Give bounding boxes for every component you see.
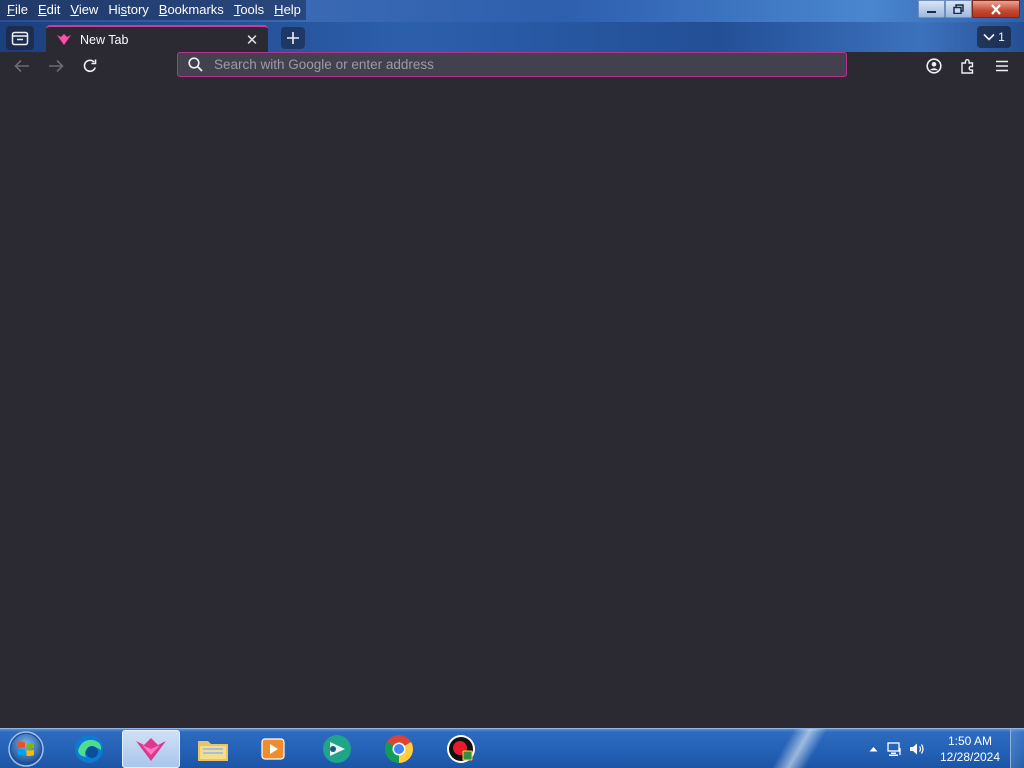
arrow-right-icon bbox=[49, 59, 64, 73]
menu-bookmarks[interactable]: Bookmarks bbox=[154, 0, 229, 20]
taskbar-media-player[interactable] bbox=[244, 730, 302, 768]
tab-count: 1 bbox=[998, 30, 1005, 44]
network-status[interactable] bbox=[884, 738, 906, 760]
close-window-button[interactable] bbox=[972, 0, 1020, 18]
hamburger-menu-icon bbox=[996, 60, 1008, 72]
clock-date: 12/28/2024 bbox=[939, 750, 1001, 764]
back-button[interactable] bbox=[9, 54, 35, 78]
page-content[interactable] bbox=[0, 80, 1024, 728]
show-hidden-icons-button[interactable] bbox=[862, 738, 884, 760]
tab-close-button[interactable]: ✕ bbox=[242, 30, 262, 50]
menu-history[interactable]: History bbox=[103, 0, 153, 20]
minimize-icon bbox=[927, 10, 936, 13]
taskbar-app[interactable] bbox=[308, 730, 366, 768]
menu-view[interactable]: View bbox=[65, 0, 103, 20]
taskbar-highlight bbox=[760, 729, 850, 768]
taskbar-recorder[interactable] bbox=[432, 730, 490, 768]
speaker-icon bbox=[910, 743, 924, 755]
menu-file[interactable]: File bbox=[2, 0, 33, 20]
search-icon bbox=[188, 57, 203, 72]
taskbar-file-explorer[interactable] bbox=[184, 730, 242, 768]
network-icon bbox=[887, 741, 901, 756]
menu-bar: File Edit View History Bookmarks Tools H… bbox=[0, 0, 306, 20]
window-controls bbox=[918, 0, 1020, 19]
app-icon bbox=[323, 735, 351, 763]
forward-button[interactable] bbox=[43, 54, 69, 78]
tab-strip: New Tab ✕ 1 bbox=[0, 22, 1024, 52]
taskbar-edge[interactable] bbox=[60, 730, 118, 768]
show-desktop-button[interactable] bbox=[1010, 729, 1024, 768]
recorder-icon bbox=[447, 735, 475, 763]
menu-tools[interactable]: Tools bbox=[229, 0, 269, 20]
edge-icon bbox=[75, 735, 103, 763]
account-button[interactable] bbox=[921, 54, 947, 78]
system-clock[interactable]: 1:50 AM 12/28/2024 bbox=[934, 733, 1006, 765]
plus-icon bbox=[287, 32, 299, 44]
extensions-icon bbox=[961, 59, 974, 74]
window-titlebar: File Edit View History Bookmarks Tools H… bbox=[0, 0, 1024, 22]
address-bar[interactable] bbox=[177, 52, 847, 77]
list-all-tabs-button[interactable]: 1 bbox=[977, 26, 1011, 48]
clock-time: 1:50 AM bbox=[947, 734, 993, 748]
navigation-toolbar bbox=[0, 52, 1024, 80]
chevron-up-icon bbox=[869, 747, 877, 752]
taskbar: 1:50 AM 12/28/2024 bbox=[0, 728, 1024, 768]
firefox-view-button[interactable] bbox=[6, 26, 34, 50]
restore-icon bbox=[953, 4, 964, 14]
tab-new-tab[interactable]: New Tab ✕ bbox=[46, 25, 268, 52]
tab-title: New Tab bbox=[80, 32, 129, 47]
windows-start-icon bbox=[8, 731, 44, 767]
menu-help[interactable]: Help bbox=[269, 0, 306, 20]
reload-icon bbox=[83, 59, 97, 73]
menu-edit[interactable]: Edit bbox=[33, 0, 65, 20]
account-icon bbox=[926, 58, 942, 74]
minimize-button[interactable] bbox=[918, 0, 945, 18]
chevron-down-icon bbox=[983, 33, 995, 41]
taskbar-browser[interactable] bbox=[122, 730, 180, 768]
system-tray: 1:50 AM 12/28/2024 bbox=[862, 729, 1024, 768]
app-menu-button[interactable] bbox=[989, 54, 1015, 78]
volume-control[interactable] bbox=[906, 738, 928, 760]
browser-logo-icon bbox=[57, 33, 71, 45]
extensions-button[interactable] bbox=[955, 54, 981, 78]
arrow-left-icon bbox=[14, 59, 29, 73]
close-icon bbox=[991, 3, 1001, 15]
browser-icon bbox=[136, 738, 166, 761]
start-button[interactable] bbox=[6, 731, 46, 767]
reload-button[interactable] bbox=[77, 54, 103, 78]
file-explorer-icon bbox=[198, 741, 228, 761]
restore-button[interactable] bbox=[945, 0, 972, 18]
search-input[interactable] bbox=[214, 57, 846, 72]
taskbar-chrome[interactable] bbox=[370, 730, 428, 768]
firefox-view-icon bbox=[11, 31, 29, 46]
new-tab-button[interactable] bbox=[281, 27, 305, 49]
chrome-icon bbox=[385, 735, 413, 763]
media-player-icon bbox=[261, 738, 285, 760]
